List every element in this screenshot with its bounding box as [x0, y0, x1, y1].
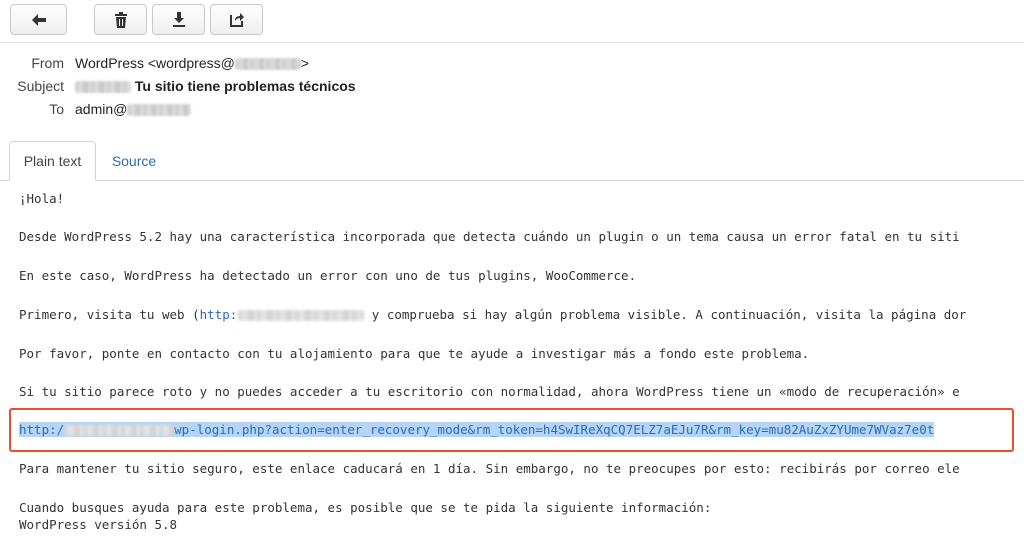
- message-body: ¡Hola! Desde WordPress 5.2 hay una carac…: [19, 180, 1024, 532]
- body-line: Desde WordPress 5.2 hay una característi…: [19, 229, 960, 244]
- body-text: y comprueba si hay algún problema visibl…: [364, 307, 967, 322]
- subject-label: Subject: [17, 78, 64, 94]
- subject-value: Tu sitio tiene problemas técnicos: [75, 78, 356, 94]
- body-line: Cuando busques ayuda para este problema,…: [19, 500, 712, 515]
- body-line: ¡Hola!: [19, 191, 65, 206]
- trash-icon: [114, 11, 128, 28]
- site-link[interactable]: http:: [200, 307, 365, 322]
- forward-button[interactable]: [210, 4, 263, 35]
- to-value: admin@: [75, 101, 192, 117]
- delete-button[interactable]: [94, 4, 147, 35]
- tab-source[interactable]: Source: [106, 141, 162, 180]
- from-value: WordPress <wordpress@ >: [75, 55, 309, 71]
- body-text: Primero, visita tu web (: [19, 307, 200, 322]
- body-line: Primero, visita tu web (http: y comprueb…: [19, 307, 966, 323]
- redacted-domain: [127, 104, 192, 117]
- arrow-left-icon: [31, 13, 47, 27]
- body-line: Por favor, ponte en contacto con tu aloj…: [19, 346, 810, 361]
- recovery-link-highlight: [9, 408, 1014, 452]
- back-button[interactable]: [10, 4, 67, 35]
- from-label: From: [31, 55, 64, 71]
- redacted-domain: [234, 58, 301, 71]
- forward-icon: [229, 12, 244, 27]
- body-line: WordPress versión 5.8: [19, 517, 178, 532]
- to-address: admin@: [75, 101, 128, 117]
- download-button[interactable]: [152, 4, 205, 35]
- tab-plain-text[interactable]: Plain text: [9, 141, 96, 181]
- from-address: WordPress <wordpress@: [75, 55, 235, 71]
- subject-text: Tu sitio tiene problemas técnicos: [134, 78, 356, 94]
- body-line: Para mantener tu sitio seguro, este enla…: [19, 461, 960, 476]
- body-line: Si tu sitio parece roto y no puedes acce…: [19, 384, 960, 399]
- redacted-site-name: [75, 81, 131, 94]
- site-link-text: http:: [199, 307, 238, 322]
- redacted-url: [238, 310, 365, 321]
- from-suffix: >: [300, 55, 310, 71]
- download-icon: [172, 12, 186, 27]
- toolbar: [0, 0, 1024, 43]
- to-label: To: [49, 101, 64, 117]
- body-line: En este caso, WordPress ha detectado un …: [19, 268, 637, 283]
- view-tabs: Plain text Source: [0, 141, 1024, 181]
